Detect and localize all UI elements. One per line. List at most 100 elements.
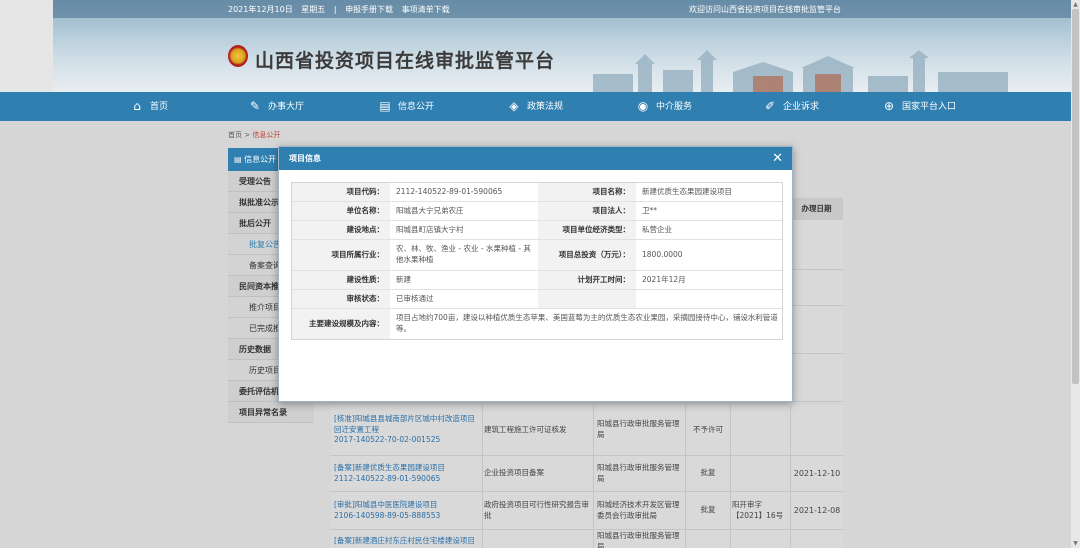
info-label: 单位名称：	[292, 202, 390, 220]
table-row[interactable]: [审批]阳城县中医医院建设项目 2106-140598-89-05-888553 …	[331, 492, 843, 530]
planned-start-value: 2021年12月	[642, 274, 686, 284]
scrollbar-thumb[interactable]	[1072, 9, 1079, 384]
location-value: 阳城县町店镇大宁村	[396, 224, 464, 234]
column-divider	[482, 492, 483, 529]
table-row[interactable]: [备案]新建酒庄村东庄村民住宅楼建设项目 阳城县行政审批服务管理局	[331, 530, 843, 548]
construction-nature-value: 新建	[396, 274, 411, 284]
project-info-modal: 项目信息 ✕ 项目代码： 2112-140522-89-01-590065 项目…	[278, 146, 793, 402]
approval-department: 阳城经济技术开发区管理委员会行政审批局	[597, 499, 680, 520]
list-icon: ▤	[234, 155, 245, 164]
info-row: 项目所属行业： 农、林、牧、渔业 - 农业 - 水果种植 - 其他水果种植 项目…	[292, 240, 782, 271]
column-divider	[790, 405, 791, 455]
column-divider	[730, 530, 731, 548]
info-label: 项目名称：	[538, 183, 636, 201]
nav-enterprise-appeals[interactable]: ✐ 企业诉求	[763, 92, 819, 121]
nav-national-platform[interactable]: ⊕ 国家平台入口	[882, 92, 956, 121]
info-row: 项目代码： 2112-140522-89-01-590065 项目名称： 新建优…	[292, 183, 782, 202]
home-icon: ⌂	[133, 99, 141, 113]
project-name-value: 新建优质生态果园建设项目	[642, 186, 732, 196]
legal-person-value: 卫**	[642, 205, 657, 215]
nav-service-hall[interactable]: ✎ 办事大厅	[248, 92, 304, 121]
column-divider	[790, 456, 791, 491]
review-status-value: 已审核通过	[396, 293, 434, 303]
project-info-table: 项目代码： 2112-140522-89-01-590065 项目名称： 新建优…	[291, 182, 783, 340]
column-divider	[730, 405, 731, 455]
economic-type-value: 私营企业	[642, 224, 672, 234]
nav-info-disclosure[interactable]: ▤ 信息公开	[378, 92, 434, 121]
approval-result: 不予许可	[693, 424, 723, 434]
manual-download-link[interactable]: 申报手册下载	[345, 5, 393, 14]
column-divider	[685, 405, 686, 455]
column-divider	[685, 492, 686, 529]
current-weekday: 星期五	[301, 5, 326, 14]
breadcrumb: 首页 > 信息公开	[228, 130, 280, 140]
edit-icon: ✐	[764, 99, 776, 113]
modal-header: 项目信息 ✕	[279, 147, 792, 170]
project-name-cell[interactable]: [核准]阳城县县城南部片区城中村改造项目回迁安置工程 2017-140522-70…	[334, 405, 482, 455]
project-name-cell[interactable]: [备案]新建酒庄村东庄村民住宅楼建设项目	[334, 530, 482, 548]
info-row: 主要建设规模及内容： 项目占地约700亩，建设以种植优质生态苹果、美国蓝莓为主的…	[292, 309, 782, 339]
project-name[interactable]: [备案]新建优质生态果园建设项目	[334, 463, 445, 474]
approval-item: 政府投资项目可行性研究报告审批	[484, 499, 589, 520]
sidebar-title-label: 信息公开	[244, 155, 277, 164]
info-row: 单位名称： 阳城县大宁兄弟农庄 项目法人： 卫**	[292, 202, 782, 221]
info-label: 项目法人：	[538, 202, 636, 220]
process-date	[792, 405, 842, 455]
project-code[interactable]: 2017-140522-70-02-001525	[334, 435, 440, 446]
layers-icon: ◈	[509, 99, 519, 113]
city-skyline-illustration	[593, 50, 1008, 92]
project-name[interactable]: [核准]阳城县县城南部片区城中村改造项目回迁安置工程	[334, 414, 482, 436]
welcome-text: 欢迎访问山西省投资项目在线审批监管平台	[689, 5, 841, 14]
scroll-up-arrow-icon[interactable]: ▲	[1071, 0, 1080, 9]
column-divider	[482, 456, 483, 491]
project-code[interactable]: 2112-140522-89-01-590065	[334, 474, 440, 485]
info-label: 计划开工时间：	[538, 271, 636, 289]
approval-result: 批复	[700, 505, 716, 515]
approval-item: 建筑工程施工许可证核发	[484, 424, 567, 434]
total-investment-value: 1800.0000	[642, 249, 683, 259]
column-divider	[790, 530, 791, 548]
table-row[interactable]: [核准]阳城县县城南部片区城中村改造项目回迁安置工程 2017-140522-70…	[331, 405, 843, 456]
nav-intermediary[interactable]: ◉ 中介服务	[636, 92, 692, 121]
process-date: 2021-12-10	[793, 468, 841, 478]
page-scrollbar[interactable]: ▲ ▼	[1071, 0, 1080, 548]
nav-policies[interactable]: ◈ 政策法规	[507, 92, 563, 121]
project-name-cell[interactable]: [审批]阳城县中医医院建设项目 2106-140598-89-05-888553	[334, 492, 482, 529]
top-info-left: 2021年12月10日 星期五 | 申报手册下载 事项清单下载	[228, 4, 456, 15]
pen-icon: ✎	[249, 99, 261, 113]
current-date: 2021年12月10日	[228, 5, 293, 14]
info-label: 建设性质：	[292, 271, 390, 289]
nav-label: 政策法规	[527, 102, 564, 112]
table-header-date: 办理日期	[790, 198, 843, 220]
project-name-cell[interactable]: [备案]新建优质生态果园建设项目 2112-140522-89-01-590065	[334, 456, 482, 491]
sidebar-item-abnormal-list[interactable]: 项目异常名录	[228, 402, 314, 423]
info-label: 主要建设规模及内容：	[292, 309, 390, 339]
document-number	[732, 405, 790, 455]
breadcrumb-home[interactable]: 首页	[228, 131, 242, 139]
info-label: 项目单位经济类型：	[538, 221, 636, 239]
info-row: 建设地点： 阳城县町店镇大宁村 项目单位经济类型： 私营企业	[292, 221, 782, 240]
approval-item: 企业投资项目备案	[484, 468, 544, 478]
breadcrumb-current[interactable]: 信息公开	[252, 131, 280, 139]
main-navigation: ⌂ 首页 ✎ 办事大厅 ▤ 信息公开 ◈ 政策法规 ◉ 中介服务 ✐ 企业诉求 ⊕ 国家平台入…	[0, 92, 1080, 121]
close-icon[interactable]: ✕	[772, 147, 783, 170]
breadcrumb-separator: >	[244, 131, 251, 139]
info-label: 项目总投资（万元）：	[538, 240, 636, 270]
column-divider	[593, 456, 594, 491]
site-title: 山西省投资项目在线审批监管平台	[255, 50, 556, 72]
project-name[interactable]: [备案]新建酒庄村东庄村民住宅楼建设项目	[334, 536, 475, 547]
document-number	[732, 456, 790, 491]
scroll-down-arrow-icon[interactable]: ▼	[1071, 539, 1080, 548]
project-code[interactable]: 2106-140598-89-05-888553	[334, 511, 440, 522]
header-banner: 2021年12月10日 星期五 | 申报手册下载 事项清单下载 欢迎访问山西省投…	[53, 0, 1071, 92]
info-label: 审核状态：	[292, 290, 390, 308]
project-name[interactable]: [审批]阳城县中医医院建设项目	[334, 500, 437, 511]
table-row[interactable]: [备案]新建优质生态果园建设项目 2112-140522-89-01-590065…	[331, 456, 843, 492]
item-list-download-link[interactable]: 事项清单下载	[402, 5, 450, 14]
nav-home[interactable]: ⌂ 首页	[130, 92, 168, 121]
nav-label: 信息公开	[398, 102, 435, 112]
column-divider	[482, 530, 483, 548]
approval-department: 阳城县行政审批服务管理局	[597, 530, 680, 548]
info-row: 建设性质： 新建 计划开工时间： 2021年12月	[292, 271, 782, 290]
top-info-bar: 2021年12月10日 星期五 | 申报手册下载 事项清单下载 欢迎访问山西省投…	[53, 0, 1071, 18]
